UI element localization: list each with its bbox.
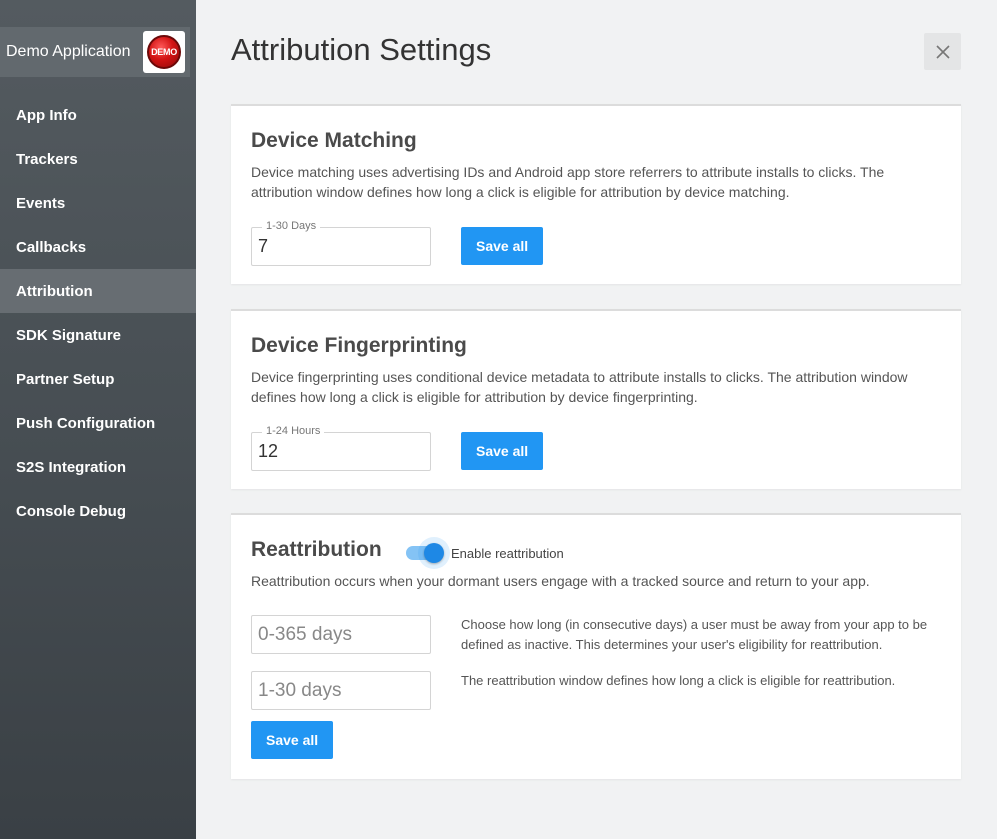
sidebar-item-callbacks[interactable]: Callbacks [0, 225, 196, 269]
device-fingerprinting-window-label: 1-24 Hours [262, 425, 325, 437]
inactivity-period-input[interactable]: 0-365 days [251, 615, 431, 654]
device-matching-card: Device Matching Device matching uses adv… [231, 104, 961, 284]
device-fingerprinting-window-value: 12 [258, 441, 279, 461]
device-fingerprinting-description: Device fingerprinting uses conditional d… [251, 369, 908, 405]
reattribution-window-placeholder: 1-30 days [258, 680, 342, 701]
sidebar-item-push-configuration[interactable]: Push Configuration [0, 401, 196, 445]
reattribution-save-button[interactable]: Save all [251, 721, 334, 759]
sidebar-item-events[interactable]: Events [0, 181, 196, 225]
sidebar-item-console-debug[interactable]: Console Debug [0, 489, 196, 533]
device-matching-window-value: 7 [258, 236, 269, 256]
app-logo: DEMO [143, 31, 185, 73]
device-fingerprinting-title: Device Fingerprinting [251, 334, 467, 357]
reattribution-window-input[interactable]: 1-30 days [251, 671, 431, 710]
close-button[interactable] [924, 33, 961, 70]
reattribution-toggle[interactable] [406, 537, 450, 569]
app-name: Demo Application [6, 43, 131, 60]
reattribution-toggle-label: Enable reattribution [451, 546, 564, 561]
page-title: Attribution Settings [231, 32, 492, 67]
reattribution-title: Reattribution [251, 538, 382, 561]
reattribution-window-help: The reattribution window defines how lon… [461, 673, 896, 688]
app-header[interactable]: Demo Application DEMO [0, 27, 190, 77]
toggle-knob [424, 543, 444, 563]
sidebar-item-s2s-integration[interactable]: S2S Integration [0, 445, 196, 489]
sidebar-item-sdk-signature[interactable]: SDK Signature [0, 313, 196, 357]
reattribution-card: Reattribution Enable reattribution Reatt… [231, 513, 961, 779]
reattribution-description: Reattribution occurs when your dormant u… [251, 573, 870, 589]
sidebar-item-attribution[interactable]: Attribution [0, 269, 196, 313]
device-fingerprinting-save-button[interactable]: Save all [461, 432, 544, 470]
device-matching-description: Device matching uses advertising IDs and… [251, 164, 885, 200]
device-matching-save-button[interactable]: Save all [461, 227, 544, 265]
sidebar-nav: App Info Trackers Events Callbacks Attri… [0, 93, 196, 533]
sidebar: Demo Application DEMO App Info Trackers … [0, 0, 196, 839]
device-fingerprinting-window-input[interactable]: 1-24 Hours 12 [251, 425, 431, 471]
app-logo-badge: DEMO [147, 35, 181, 69]
device-matching-title: Device Matching [251, 129, 417, 152]
close-icon [935, 44, 950, 59]
sidebar-item-partner-setup[interactable]: Partner Setup [0, 357, 196, 401]
device-matching-window-label: 1-30 Days [262, 220, 321, 232]
inactivity-period-placeholder: 0-365 days [258, 624, 353, 645]
inactivity-period-help: Choose how long (in consecutive days) a … [461, 617, 928, 652]
sidebar-item-app-info[interactable]: App Info [0, 93, 196, 137]
device-fingerprinting-card: Device Fingerprinting Device fingerprint… [231, 309, 961, 489]
device-matching-window-input[interactable]: 1-30 Days 7 [251, 220, 431, 266]
sidebar-item-trackers[interactable]: Trackers [0, 137, 196, 181]
